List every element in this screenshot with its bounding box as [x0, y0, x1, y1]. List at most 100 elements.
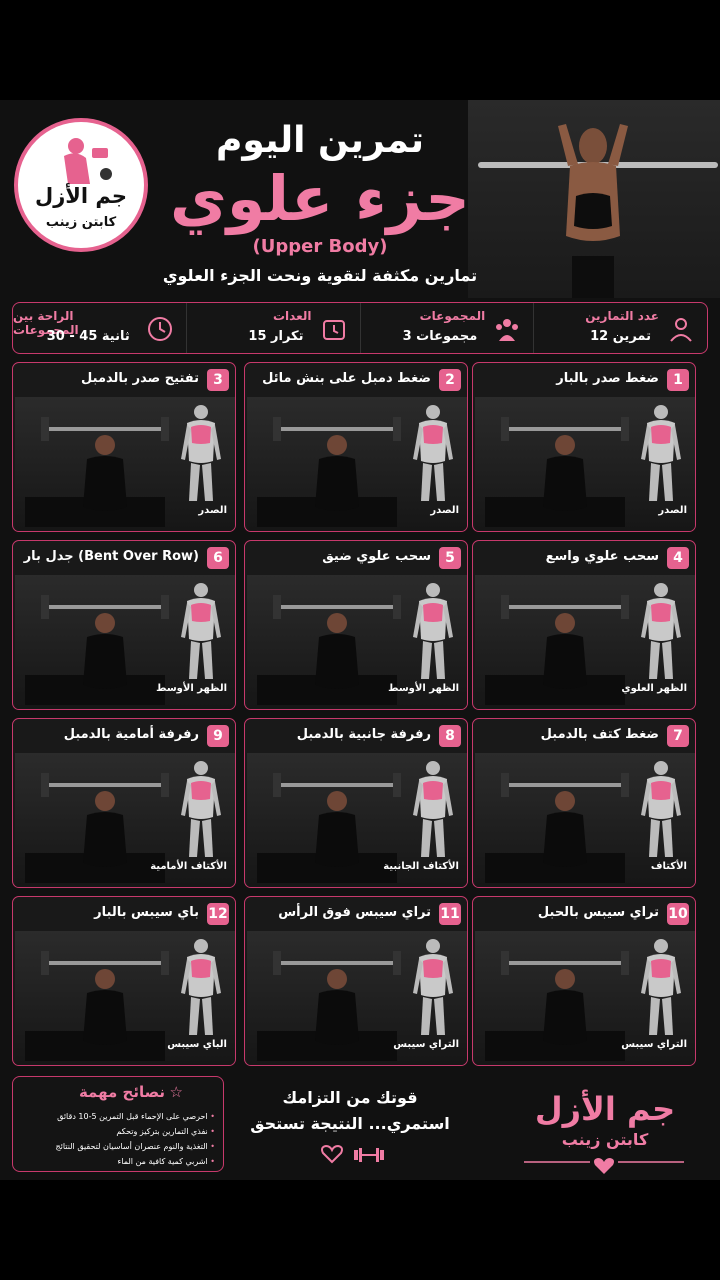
- stat-sets: المجموعات 3 مجموعات: [359, 303, 534, 353]
- hero-photo: [468, 100, 720, 298]
- logo: جم الأزل كابتن زينب: [14, 118, 148, 252]
- exercise-number: 10: [667, 903, 689, 925]
- muscle-map-icon: [413, 583, 453, 679]
- workout-poster: جم الأزل كابتن زينب تمرين اليوم جزء علوي…: [0, 100, 720, 1180]
- exercise-header: 7 ضغط كتف بالدمبل: [473, 719, 695, 751]
- timer-icon: [322, 320, 345, 340]
- exercise-card: 4 سحب علوي واسع الظهر العلوي: [472, 540, 696, 710]
- muscle-label: الظهر الأوسط: [156, 683, 227, 694]
- exercise-title: رفرفة جانبية بالدمبل: [296, 727, 431, 742]
- motto-line-1: قوتك من التزامك: [282, 1088, 418, 1107]
- star-icon: ☆: [169, 1083, 183, 1101]
- stat-label: عدد التمارين: [585, 309, 659, 323]
- muscle-map-icon: [641, 761, 681, 857]
- muscle-map-icon: [413, 761, 453, 857]
- exercise-title: ضغط دمبل على بنش مائل: [262, 371, 431, 386]
- muscle-label: الظهر العلوي: [621, 683, 687, 694]
- tip-item: التغذية والنوم عنصران أساسيان لتحقيق الن…: [19, 1139, 215, 1154]
- muscle-label: الصدر: [198, 505, 227, 516]
- exercise-card: 12 باي سيبس بالبار الباي سيبس: [12, 896, 236, 1066]
- exercise-header: 12 باي سيبس بالبار: [13, 897, 235, 929]
- heart-dumbbell-icon: [321, 1144, 384, 1164]
- muscle-map-icon: [181, 405, 221, 501]
- exercise-header: 9 رفرفة أمامية بالدمبل: [13, 719, 235, 751]
- exercise-header: 4 سحب علوي واسع: [473, 541, 695, 573]
- exercise-number: 6: [207, 547, 229, 569]
- exercise-title: ضغط صدر بالبار: [556, 371, 659, 386]
- exercise-number: 4: [667, 547, 689, 569]
- tip-item: اشربي كمية كافية من الماء: [19, 1154, 215, 1169]
- muscle-label: الباي سيبس: [167, 1039, 227, 1050]
- exercise-header: 3 تفتيح صدر بالدمبل: [13, 363, 235, 395]
- exercise-title: جدل بار (Bent Over Row): [23, 549, 199, 564]
- title-top: تمرين اليوم: [215, 120, 424, 161]
- exercise-card: 10 تراي سيبس بالحبل التراي سيبس: [472, 896, 696, 1066]
- exercise-header: 6 جدل بار (Bent Over Row): [13, 541, 235, 573]
- muscle-map-icon: [181, 939, 221, 1035]
- stat-value: 30 - 45 ثانية: [46, 329, 130, 344]
- stat-exercises: عدد التمارين 12 تمرين: [533, 303, 707, 353]
- exercise-title: تراي سيبس فوق الرأس: [278, 905, 431, 920]
- exercise-header: 2 ضغط دمبل على بنش مائل: [245, 363, 467, 395]
- muscle-label: الصدر: [658, 505, 687, 516]
- group-icon: [496, 319, 519, 341]
- logo-name: جم الأزل: [34, 184, 128, 208]
- muscle-map-icon: [413, 405, 453, 501]
- muscle-map-icon: [181, 583, 221, 679]
- exercise-number: 5: [439, 547, 461, 569]
- muscle-map-icon: [413, 939, 453, 1035]
- muscle-map-icon: [181, 761, 221, 857]
- exercise-header: 8 رفرفة جانبية بالدمبل: [245, 719, 467, 751]
- exercise-card: 3 تفتيح صدر بالدمبل الصدر: [12, 362, 236, 532]
- athlete-figure: [558, 124, 628, 298]
- muscle-label: الظهر الأوسط: [388, 683, 459, 694]
- tip-item: احرصي على الإحماء قبل التمرين 5-10 دقائق: [19, 1109, 215, 1124]
- muscle-map-icon: [641, 405, 681, 501]
- muscle-label: الأكتاف الأمامية: [150, 861, 227, 872]
- exercise-number: 12: [207, 903, 229, 925]
- tip-item: نفذي التمارين بتركيز وتحكم: [19, 1124, 215, 1139]
- exercise-number: 9: [207, 725, 229, 747]
- exercise-header: 10 تراي سيبس بالحبل: [473, 897, 695, 929]
- brand-name: جم الأزل: [534, 1090, 676, 1128]
- tips-title: نصائح مهمة: [78, 1083, 165, 1101]
- exercise-header: 1 ضغط صدر بالبار: [473, 363, 695, 395]
- muscle-label: الأكتاف الجانبية: [383, 861, 459, 872]
- exercise-number: 3: [207, 369, 229, 391]
- muscle-label: الأكتاف: [650, 861, 687, 872]
- brand-subtitle: كابتن زينب: [561, 1130, 649, 1149]
- exercise-title: تراي سيبس بالحبل: [537, 905, 659, 920]
- exercise-card: 5 سحب علوي ضيق الظهر الأوسط: [244, 540, 468, 710]
- muscle-label: الصدر: [430, 505, 459, 516]
- stat-value: 15 تكرار: [248, 329, 304, 344]
- exercise-title: ضغط كتف بالدمبل: [540, 727, 659, 742]
- exercise-card: 1 ضغط صدر بالبار الصدر: [472, 362, 696, 532]
- heart-divider-icon: [524, 1158, 684, 1174]
- tips-list: احرصي على الإحماء قبل التمرين 5-10 دقائق…: [19, 1109, 215, 1169]
- page-title: جزء علوي: [170, 162, 470, 235]
- exercise-card: 9 رفرفة أمامية بالدمبل الأكتاف الأمامية: [12, 718, 236, 888]
- title-english: (Upper Body): [252, 236, 388, 257]
- stat-label: العدات: [273, 309, 312, 323]
- exercise-title: سحب علوي ضيق: [322, 549, 431, 564]
- tips-box: نصائح مهمة ☆ احرصي على الإحماء قبل التمر…: [12, 1076, 224, 1172]
- logo-emblem-icon: [64, 138, 112, 184]
- exercise-number: 7: [667, 725, 689, 747]
- exercise-number: 8: [439, 725, 461, 747]
- tagline: تمارين مكثفة لتقوية ونحت الجزء العلوي: [162, 266, 478, 285]
- exercise-card: 2 ضغط دمبل على بنش مائل الصدر: [244, 362, 468, 532]
- stat-value: 3 مجموعات: [402, 329, 478, 344]
- muscle-map-icon: [641, 939, 681, 1035]
- muscle-label: التراي سيبس: [393, 1039, 459, 1050]
- stats-bar: عدد التمارين 12 تمرين المجموعات 3 مجموعا…: [12, 302, 708, 354]
- stat-value: 12 تمرين: [590, 329, 651, 344]
- exercise-card: 6 جدل بار (Bent Over Row) الظهر الأوسط: [12, 540, 236, 710]
- motto-line-2: استمري... النتيجة تستحق: [250, 1114, 450, 1133]
- exercise-number: 11: [439, 903, 461, 925]
- stat-rest: الراحة بين المجموعات 30 - 45 ثانية: [13, 303, 186, 353]
- stat-label: المجموعات: [419, 309, 486, 323]
- exercise-title: رفرفة أمامية بالدمبل: [63, 727, 199, 742]
- exercise-title: سحب علوي واسع: [545, 549, 659, 564]
- exercise-card: 8 رفرفة جانبية بالدمبل الأكتاف الجانبية: [244, 718, 468, 888]
- exercise-card: 11 تراي سيبس فوق الرأس التراي سيبس: [244, 896, 468, 1066]
